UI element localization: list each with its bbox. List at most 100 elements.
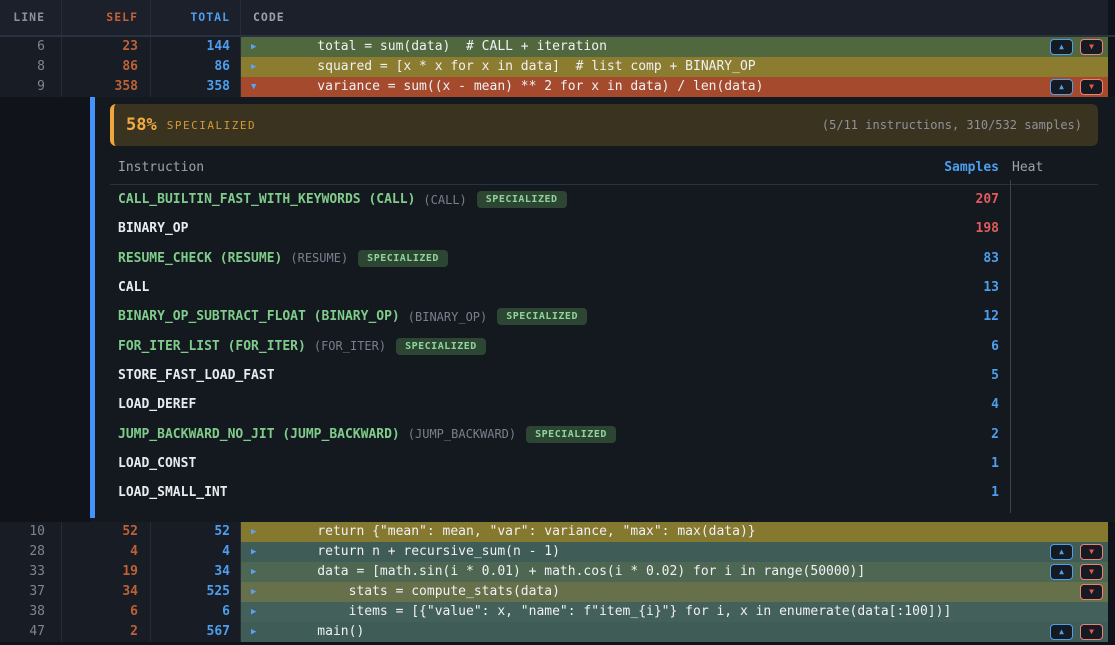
row-nav-buttons: ▲ ▼: [1050, 79, 1103, 95]
jump-up-button[interactable]: ▲: [1050, 544, 1073, 560]
total-samples: 358: [151, 77, 241, 97]
col-header-instruction[interactable]: Instruction: [118, 160, 940, 175]
specialized-badge: SPECIALIZED: [497, 308, 587, 325]
code-cell[interactable]: ▶ return n + recursive_sum(n - 1) ▲ ▼: [241, 542, 1108, 562]
instruction-name: CALL_BUILTIN_FAST_WITH_KEYWORDS (CALL): [118, 192, 415, 207]
right-gutter: [1108, 582, 1115, 602]
line-number: 37: [0, 582, 62, 602]
jump-up-button[interactable]: ▲: [1050, 624, 1073, 640]
jump-down-button[interactable]: ▼: [1080, 584, 1103, 600]
table-row: 9 358 358 ▼ variance = sum((x - mean) **…: [0, 77, 1115, 97]
code-cell[interactable]: ▶ return {"mean": mean, "var": variance,…: [241, 522, 1108, 542]
specialization-panel: 58% SPECIALIZED (5/11 instructions, 310/…: [0, 97, 1115, 522]
instruction-base-opcode: (CALL): [423, 193, 466, 207]
instruction-name: JUMP_BACKWARD_NO_JIT (JUMP_BACKWARD): [118, 427, 400, 442]
instruction-name: RESUME_CHECK (RESUME): [118, 251, 282, 266]
jump-down-button[interactable]: ▼: [1080, 79, 1103, 95]
expander-icon[interactable]: ▶: [251, 622, 256, 642]
expander-icon[interactable]: ▶: [251, 522, 256, 542]
expander-icon[interactable]: ▶: [251, 602, 256, 622]
instruction-samples: 2: [940, 427, 1010, 442]
specialization-banner: 58% SPECIALIZED (5/11 instructions, 310/…: [110, 104, 1098, 146]
expander-icon[interactable]: ▶: [251, 57, 256, 77]
instruction-base-opcode: (BINARY_OP): [408, 310, 487, 324]
line-number: 10: [0, 522, 62, 542]
total-samples: 144: [151, 37, 241, 57]
jump-down-button[interactable]: ▼: [1080, 564, 1103, 580]
panel-left-dark-area: [0, 97, 90, 522]
expander-icon[interactable]: ▶: [251, 542, 256, 562]
specialized-badge: SPECIALIZED: [526, 426, 616, 443]
right-gutter: [1108, 602, 1115, 622]
line-number: 6: [0, 37, 62, 57]
self-samples: 34: [62, 582, 151, 602]
col-header-code[interactable]: CODE: [241, 0, 1108, 35]
self-samples: 2: [62, 622, 151, 642]
code-cell[interactable]: ▶ items = [{"value": x, "name": f"item_{…: [241, 602, 1108, 622]
instruction-name: STORE_FAST_LOAD_FAST: [118, 368, 275, 383]
instruction-samples: 12: [940, 309, 1010, 324]
instruction-samples: 198: [940, 221, 1010, 236]
col-header-samples[interactable]: Samples: [940, 160, 1010, 175]
instruction-row: JUMP_BACKWARD_NO_JIT (JUMP_BACKWARD) (JU…: [110, 419, 1098, 448]
expander-icon[interactable]: ▶: [251, 562, 256, 582]
jump-up-button[interactable]: ▲: [1050, 564, 1073, 580]
table-row: 10 52 52 ▶ return {"mean": mean, "var": …: [0, 522, 1115, 542]
col-header-line[interactable]: LINE: [0, 0, 62, 35]
source-code: squared = [x * x for x in data] # list c…: [286, 57, 756, 77]
self-samples: 6: [62, 602, 151, 622]
instruction-name: LOAD_SMALL_INT: [118, 485, 228, 500]
total-samples: 86: [151, 57, 241, 77]
row-nav-buttons: ▲ ▼: [1050, 624, 1103, 640]
heat-cell: [1010, 474, 1098, 512]
instruction-samples: 207: [940, 192, 1010, 207]
source-code: items = [{"value": x, "name": f"item_{i}…: [286, 602, 951, 622]
instruction-name: FOR_ITER_LIST (FOR_ITER): [118, 339, 306, 354]
instruction-table: Instruction Samples Heat CALL_BUILTIN_FA…: [110, 146, 1098, 507]
instruction-row: LOAD_SMALL_INT 1: [110, 478, 1098, 507]
instruction-table-header: Instruction Samples Heat: [110, 146, 1098, 185]
row-nav-buttons: ▲ ▼: [1050, 544, 1103, 560]
panel-accent-line: [90, 97, 95, 518]
total-samples: 567: [151, 622, 241, 642]
col-header-self[interactable]: SELF: [62, 0, 151, 35]
total-samples: 525: [151, 582, 241, 602]
code-cell[interactable]: ▶ main() ▲ ▼: [241, 622, 1108, 642]
right-gutter: [1108, 562, 1115, 582]
instruction-base-opcode: (RESUME): [290, 251, 348, 265]
jump-down-button[interactable]: ▼: [1080, 544, 1103, 560]
jump-down-button[interactable]: ▼: [1080, 39, 1103, 55]
right-gutter: [1108, 522, 1115, 542]
jump-up-button[interactable]: ▲: [1050, 79, 1073, 95]
line-number: 33: [0, 562, 62, 582]
col-header-total[interactable]: TOTAL: [151, 0, 241, 35]
right-gutter: [1108, 542, 1115, 562]
jump-up-button[interactable]: ▲: [1050, 39, 1073, 55]
expander-icon[interactable]: ▼: [251, 77, 256, 97]
source-code: variance = sum((x - mean) ** 2 for x in …: [286, 77, 763, 97]
specialization-stats: (5/11 instructions, 310/532 samples): [822, 118, 1082, 132]
jump-down-button[interactable]: ▼: [1080, 624, 1103, 640]
instruction-row: FOR_ITER_LIST (FOR_ITER) (FOR_ITER) SPEC…: [110, 331, 1098, 360]
expander-icon[interactable]: ▶: [251, 37, 256, 57]
instruction-row: BINARY_OP_SUBTRACT_FLOAT (BINARY_OP) (BI…: [110, 302, 1098, 331]
profiler-app: LINE SELF TOTAL CODE 6 23 144 ▶ total = …: [0, 0, 1115, 645]
col-header-heat[interactable]: Heat: [1010, 160, 1098, 175]
code-cell[interactable]: ▶ stats = compute_stats(data) ▼: [241, 582, 1108, 602]
line-number: 38: [0, 602, 62, 622]
self-samples: 358: [62, 77, 151, 97]
code-cell[interactable]: ▶ squared = [x * x for x in data] # list…: [241, 57, 1108, 77]
code-cell[interactable]: ▶ total = sum(data) # CALL + iteration ▲…: [241, 37, 1108, 57]
code-cell[interactable]: ▼ variance = sum((x - mean) ** 2 for x i…: [241, 77, 1108, 97]
source-code: return {"mean": mean, "var": variance, "…: [286, 522, 756, 542]
expander-icon[interactable]: ▶: [251, 582, 256, 602]
specialized-percent: 58%: [126, 115, 157, 135]
table-row: 47 2 567 ▶ main() ▲ ▼: [0, 622, 1115, 642]
table-row: 8 86 86 ▶ squared = [x * x for x in data…: [0, 57, 1115, 77]
source-code: total = sum(data) # CALL + iteration: [286, 37, 607, 57]
table-row: 37 34 525 ▶ stats = compute_stats(data) …: [0, 582, 1115, 602]
code-cell[interactable]: ▶ data = [math.sin(i * 0.01) + math.cos(…: [241, 562, 1108, 582]
instruction-row: LOAD_DEREF 4: [110, 390, 1098, 419]
line-number: 8: [0, 57, 62, 77]
instruction-samples: 1: [940, 485, 1010, 500]
